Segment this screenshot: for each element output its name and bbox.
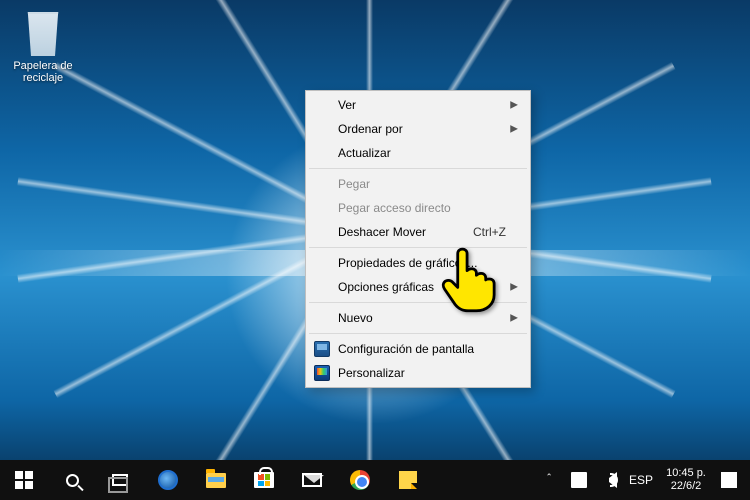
taskbar-app-store[interactable] xyxy=(240,460,288,500)
chevron-right-icon: ▶ xyxy=(510,282,518,293)
tray-volume-button[interactable] xyxy=(594,472,624,488)
menu-item-label: Propiedades de gráficos... xyxy=(338,256,477,270)
sticky-note-icon xyxy=(399,471,417,489)
menu-item-label: Ver xyxy=(338,98,356,112)
recycle-bin-icon xyxy=(23,12,63,56)
menu-item-ordenar-por[interactable]: Ordenar por ▶ xyxy=(308,117,528,141)
taskbar-app-mail[interactable] xyxy=(288,460,336,500)
menu-item-opciones-gr-ficas[interactable]: Opciones gráficas ▶ xyxy=(308,275,528,299)
menu-separator xyxy=(309,168,527,169)
language-indicator[interactable]: ESP xyxy=(624,473,658,487)
folder-icon xyxy=(206,473,226,488)
edge-icon xyxy=(158,470,178,490)
taskbar-app-chrome[interactable] xyxy=(336,460,384,500)
chrome-icon xyxy=(350,470,370,490)
chevron-right-icon: ▶ xyxy=(510,313,518,324)
display-settings-icon xyxy=(314,341,330,357)
task-view-icon xyxy=(112,474,128,486)
task-view-button[interactable] xyxy=(96,460,144,500)
start-button[interactable] xyxy=(0,460,48,500)
menu-item-pegar: Pegar xyxy=(308,172,528,196)
menu-item-label: Deshacer Mover xyxy=(338,225,426,239)
store-icon xyxy=(254,472,274,488)
search-button[interactable] xyxy=(48,460,96,500)
menu-item-label: Pegar xyxy=(338,177,370,191)
action-center-button[interactable] xyxy=(714,472,744,488)
menu-item-shortcut: Ctrl+Z xyxy=(473,225,506,239)
clock-time: 10:45 p. xyxy=(666,467,706,480)
windows-logo-icon xyxy=(15,471,33,489)
recycle-bin[interactable]: Papelera de reciclaje xyxy=(10,12,76,84)
action-center-icon xyxy=(721,472,737,488)
mail-icon xyxy=(302,473,322,487)
taskbar: ＾ ESP 10:45 p. 22/6/2 xyxy=(0,460,750,500)
menu-separator xyxy=(309,247,527,248)
menu-item-label: Pegar acceso directo xyxy=(338,201,451,215)
chevron-up-icon: ＾ xyxy=(543,472,555,489)
clock-date: 22/6/2 xyxy=(671,480,702,493)
menu-item-configuraci-n-de-pantalla[interactable]: Configuración de pantalla xyxy=(308,337,528,361)
network-icon xyxy=(571,472,587,488)
taskbar-app-sticky-notes[interactable] xyxy=(384,460,432,500)
desktop[interactable]: Papelera de reciclaje Ver ▶ Ordenar por ▶ Ac… xyxy=(0,0,750,500)
menu-item-deshacer-mover[interactable]: Deshacer Mover Ctrl+Z xyxy=(308,220,528,244)
menu-item-pegar-acceso-directo: Pegar acceso directo xyxy=(308,196,528,220)
search-icon xyxy=(66,474,79,487)
menu-item-label: Personalizar xyxy=(338,366,405,380)
menu-item-nuevo[interactable]: Nuevo ▶ xyxy=(308,306,528,330)
volume-icon xyxy=(601,472,617,488)
taskbar-clock[interactable]: 10:45 p. 22/6/2 xyxy=(658,467,714,493)
menu-separator xyxy=(309,302,527,303)
tray-overflow-button[interactable]: ＾ xyxy=(534,472,564,489)
menu-item-label: Nuevo xyxy=(338,311,373,325)
menu-item-label: Actualizar xyxy=(338,146,391,160)
menu-item-actualizar[interactable]: Actualizar xyxy=(308,141,528,165)
taskbar-app-file-explorer[interactable] xyxy=(192,460,240,500)
desktop-icon-label: Papelera de reciclaje xyxy=(10,60,76,84)
tray-network-button[interactable] xyxy=(564,472,594,488)
personalize-icon xyxy=(314,365,330,381)
menu-item-label: Configuración de pantalla xyxy=(338,342,474,356)
chevron-right-icon: ▶ xyxy=(510,100,518,111)
menu-item-ver[interactable]: Ver ▶ xyxy=(308,93,528,117)
menu-separator xyxy=(309,333,527,334)
system-tray: ＾ ESP 10:45 p. 22/6/2 xyxy=(534,460,750,500)
menu-item-label: Ordenar por xyxy=(338,122,403,136)
chevron-right-icon: ▶ xyxy=(510,124,518,135)
taskbar-app-edge[interactable] xyxy=(144,460,192,500)
menu-item-propiedades-de-gr-ficos[interactable]: Propiedades de gráficos... xyxy=(308,251,528,275)
menu-item-personalizar[interactable]: Personalizar xyxy=(308,361,528,385)
desktop-context-menu: Ver ▶ Ordenar por ▶ Actualizar Pegar Pegar acc… xyxy=(305,90,531,388)
menu-item-label: Opciones gráficas xyxy=(338,280,434,294)
